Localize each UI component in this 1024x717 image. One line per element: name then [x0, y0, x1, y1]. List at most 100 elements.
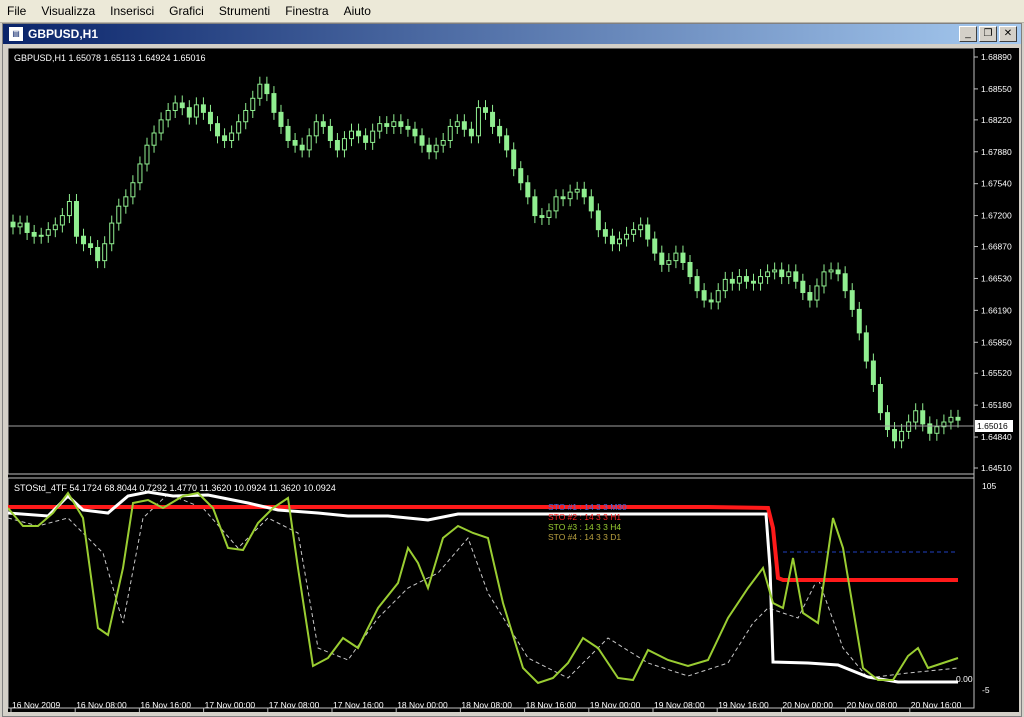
time-tick-label: 16 Nov 16:00 [140, 700, 191, 710]
candle-body [271, 93, 277, 113]
candle-body [560, 196, 566, 200]
candle-body [588, 196, 594, 212]
candle-body [574, 188, 580, 193]
candle [920, 403, 926, 432]
candle-body [659, 252, 665, 265]
menu-insert[interactable]: Inserisci [103, 4, 162, 18]
candle-body [877, 383, 883, 414]
candle-body [447, 125, 453, 142]
candle-body [835, 269, 841, 275]
candle-body [306, 135, 312, 151]
price-tick-label: 1.66190 [981, 305, 1012, 315]
candle [786, 264, 792, 285]
candle [17, 215, 23, 235]
sto-h4-line [7, 491, 959, 685]
candle-body [95, 246, 101, 262]
candle [349, 123, 355, 147]
candle-body [525, 182, 531, 198]
candle [525, 175, 531, 205]
window-title: GBPUSD,H1 [28, 27, 99, 41]
indicator-scale-zero: 0.00 [956, 674, 973, 684]
candle [243, 102, 249, 130]
candle-body [454, 121, 460, 127]
price-tick-label: 1.65180 [981, 400, 1012, 410]
candle-body [539, 215, 545, 218]
candle [927, 416, 933, 441]
price-tick-label: 1.66870 [981, 242, 1012, 252]
candle-body [158, 119, 164, 134]
price-tick-label: 1.64840 [981, 432, 1012, 442]
candle-body [814, 285, 820, 301]
candle-body [391, 121, 397, 127]
candle [257, 76, 263, 106]
candle [461, 114, 467, 137]
candle-body [384, 123, 390, 127]
time-tick-label: 17 Nov 16:00 [333, 700, 384, 710]
price-tick-label: 1.66530 [981, 273, 1012, 283]
candle [638, 217, 644, 238]
window-titlebar[interactable]: ▤ GBPUSD,H1 _ ❐ ✕ [3, 24, 1021, 44]
candle-body [334, 140, 340, 151]
candle [137, 156, 143, 191]
candle [327, 118, 333, 149]
candle [52, 217, 58, 238]
candle [73, 194, 79, 244]
menu-help[interactable]: Aiuto [337, 4, 379, 18]
candle [334, 133, 340, 158]
candle-body [652, 238, 658, 254]
price-tick-label: 1.68550 [981, 84, 1012, 94]
chart-canvas[interactable]: GBPUSD,H1 1.65078 1.65113 1.64924 1.6501… [7, 47, 1019, 712]
candle [292, 133, 298, 153]
candle-body [215, 123, 221, 137]
candle [299, 137, 305, 158]
candle-body [483, 107, 488, 113]
time-tick-label: 18 Nov 16:00 [526, 700, 577, 710]
candle [158, 112, 164, 141]
candle [616, 231, 622, 252]
candle-body [631, 229, 637, 235]
menu-charts[interactable]: Grafici [162, 4, 212, 18]
candle [250, 90, 256, 118]
candle-body [299, 144, 305, 151]
candle [10, 214, 16, 235]
candle-body [786, 271, 792, 278]
candle-body [729, 278, 735, 284]
candle-body [264, 83, 270, 95]
candle [652, 231, 658, 261]
candle [659, 245, 665, 272]
close-button[interactable]: ✕ [999, 26, 1017, 42]
minimize-button[interactable]: _ [959, 26, 977, 42]
candle [200, 97, 206, 120]
candle-body [793, 271, 799, 282]
time-tick-label: 16 Nov 08:00 [76, 700, 127, 710]
candle [193, 97, 199, 125]
candle-body [398, 121, 404, 127]
candle [729, 271, 735, 291]
restore-button[interactable]: ❐ [979, 26, 997, 42]
candle [835, 262, 841, 282]
chart-area[interactable]: GBPUSD,H1 1.65078 1.65113 1.64924 1.6501… [7, 47, 1019, 712]
candle [708, 292, 714, 310]
candle [215, 116, 221, 144]
candle-body [81, 235, 87, 245]
candle [102, 236, 108, 269]
menu-file[interactable]: File [0, 4, 34, 18]
candle [490, 104, 496, 134]
candle [694, 269, 700, 299]
candle [412, 121, 418, 144]
candle-body [553, 196, 559, 212]
price-tick-label: 1.67540 [981, 179, 1012, 189]
candle-body [200, 104, 206, 113]
menu-window[interactable]: Finestra [278, 4, 336, 18]
menu-tools[interactable]: Strumenti [212, 4, 278, 18]
candle [814, 278, 820, 308]
candle-body [88, 243, 94, 248]
candle [31, 224, 37, 244]
menu-view[interactable]: Visualizza [34, 4, 103, 18]
candle [504, 128, 510, 158]
candle-body [137, 163, 143, 184]
candle [779, 262, 785, 285]
candle-body [10, 221, 16, 228]
price-tick-label: 1.64510 [981, 463, 1012, 473]
candle [870, 353, 876, 392]
